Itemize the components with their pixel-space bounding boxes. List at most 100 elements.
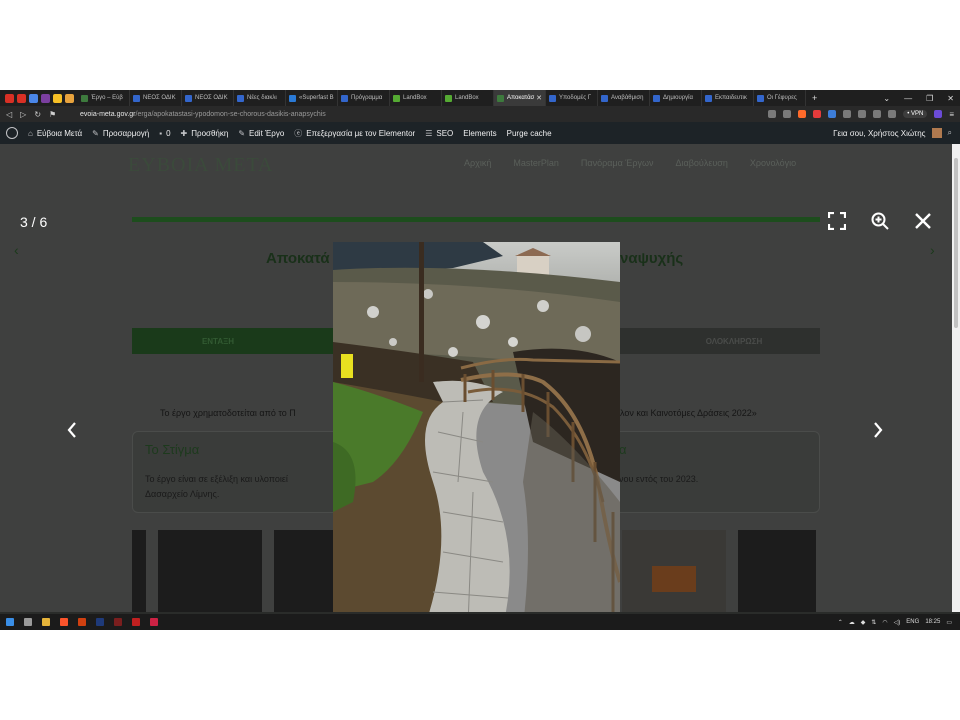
browser-tab[interactable]: Νέες διακλι xyxy=(234,90,286,106)
site-logo[interactable]: ΕΥΒΟΙΑ ΜΕΤΑ xyxy=(128,154,274,177)
browser-tab[interactable]: Πρόγραμμα xyxy=(338,90,390,106)
gallery-thumb[interactable] xyxy=(158,530,262,612)
browser-tab[interactable]: Έργο – Εύβ xyxy=(78,90,130,106)
wordpress-logo-icon[interactable] xyxy=(6,127,18,139)
wp-elementor[interactable]: ⓔ Επεξεργασία με τον Elementor xyxy=(294,128,415,139)
card-text: νου εντός του 2023. xyxy=(619,474,699,484)
acrobat-icon[interactable] xyxy=(132,618,140,626)
page-scrollbar[interactable] xyxy=(952,144,960,612)
illustrator-icon[interactable] xyxy=(114,618,122,626)
url-domain: evoia-meta.gov.gr xyxy=(80,110,136,118)
wp-new[interactable]: ✚ Προσθήκη xyxy=(181,129,229,138)
shield-icon[interactable]: ◆ xyxy=(861,619,866,626)
lightbox-image xyxy=(333,242,620,612)
tab-label: Πρόγραμμα xyxy=(351,95,383,101)
forward-icon[interactable]: ▷ xyxy=(20,110,26,119)
share-icon[interactable] xyxy=(783,110,792,118)
site-nav-item[interactable]: Πανόραμα Έργων xyxy=(581,158,654,168)
slider-prev-arrow-icon[interactable]: ‹ xyxy=(14,242,19,258)
browser-tab[interactable]: Εκπαιδευτικ xyxy=(702,90,754,106)
gallery-thumb[interactable] xyxy=(622,530,726,612)
browser-tab[interactable]: «Superfast B xyxy=(286,90,338,106)
tab-search-icon[interactable]: ⌄ xyxy=(883,94,890,103)
extension-icon[interactable] xyxy=(828,110,837,118)
wp-customize[interactable]: ✎ Προσαρμογή xyxy=(92,129,149,138)
site-nav-item[interactable]: Χρονολόγιο xyxy=(750,158,796,168)
download-icon[interactable] xyxy=(873,110,882,118)
brave-icon[interactable] xyxy=(60,618,68,626)
avatar[interactable] xyxy=(931,128,942,138)
scrollbar-thumb[interactable] xyxy=(954,158,958,328)
lightbox-next-icon[interactable] xyxy=(872,421,884,439)
calendar-icon[interactable] xyxy=(29,93,38,103)
browser-tab[interactable]: LandBox xyxy=(442,90,494,106)
site-nav-item[interactable]: Διαβούλευση xyxy=(676,158,728,168)
site-nav-item[interactable]: MasterPlan xyxy=(513,158,559,168)
notification-icon[interactable]: ▭ xyxy=(946,619,952,626)
zoom-page-icon[interactable] xyxy=(768,110,777,118)
url-field[interactable]: evoia-meta.gov.gr/erga/apokatastasi-ypod… xyxy=(80,111,326,118)
restore-icon[interactable]: ❐ xyxy=(926,94,933,103)
vpn-button[interactable]: • VPN xyxy=(903,110,928,118)
browser-tab[interactable]: Οι Γέφυρες xyxy=(754,90,806,106)
greeting[interactable]: Γεια σου, Χρήστος Χιώτης xyxy=(833,129,925,138)
extension-icon[interactable] xyxy=(843,110,852,118)
wp-site-name[interactable]: ⌂ Εύβοια Μετά xyxy=(28,129,82,138)
brave-shield-icon[interactable] xyxy=(798,110,807,118)
slider-next-arrow-icon[interactable]: › xyxy=(930,242,935,258)
wp-elements[interactable]: Elements xyxy=(463,129,496,138)
close-window-icon[interactable]: ✕ xyxy=(947,94,954,103)
new-tab-button[interactable]: + xyxy=(812,93,817,103)
close-icon[interactable] xyxy=(915,213,931,229)
wp-edit[interactable]: ✎ Edit Έργο xyxy=(238,129,284,138)
puzzle-icon[interactable] xyxy=(858,110,867,118)
menu-icon[interactable]: ≡ xyxy=(949,110,954,119)
volume-icon[interactable]: ◁) xyxy=(894,619,901,626)
search-icon[interactable]: ⌕ xyxy=(948,128,952,138)
chevron-up-icon[interactable]: ⌃ xyxy=(838,619,843,626)
browser-tab[interactable]: Αναβάθμιση xyxy=(598,90,650,106)
minimize-icon[interactable]: — xyxy=(904,94,912,103)
clock[interactable]: 18:25 xyxy=(925,619,940,625)
file-explorer-icon[interactable] xyxy=(42,618,50,626)
gmail-icon[interactable] xyxy=(17,93,26,103)
wifi-icon[interactable]: ◠ xyxy=(882,619,887,626)
browser-tab[interactable]: Δημιουργία xyxy=(650,90,702,106)
browser-tab[interactable]: ΝΕΟΣ ΟΔΙΚ xyxy=(130,90,182,106)
site-header: ΕΥΒΟΙΑ ΜΕΤΑ Αρχική MasterPlan Πανόραμα Έργ… xyxy=(0,144,952,204)
app-icon[interactable] xyxy=(41,93,50,103)
task-view-icon[interactable] xyxy=(24,618,32,626)
wp-comments[interactable]: ▪ 0 xyxy=(159,129,170,138)
lightbox-prev-icon[interactable] xyxy=(66,421,78,439)
zoom-in-icon[interactable] xyxy=(871,212,889,230)
rewards-icon[interactable] xyxy=(813,110,822,118)
profile-icon[interactable] xyxy=(934,110,943,118)
address-bar: ◁ ▷ ↻ ⚑ evoia-meta.gov.gr/erga/apokatast… xyxy=(0,106,960,122)
language-indicator[interactable]: ENG xyxy=(906,619,919,625)
browser-tab[interactable]: LandBox xyxy=(390,90,442,106)
bookmark-icon[interactable]: ⚑ xyxy=(49,110,56,119)
gallery-thumb[interactable] xyxy=(132,530,146,612)
app-icon[interactable] xyxy=(65,93,74,103)
tab-close-icon[interactable]: ✕ xyxy=(536,94,542,102)
keep-icon[interactable] xyxy=(53,93,62,103)
browser-tab[interactable]: Υποδομές Γ xyxy=(546,90,598,106)
app-icon[interactable] xyxy=(78,618,86,626)
fullscreen-icon[interactable] xyxy=(828,212,846,230)
photoshop-icon[interactable] xyxy=(96,618,104,626)
browser-tab[interactable]: Αποκατάσ ✕ xyxy=(494,90,546,106)
reload-icon[interactable]: ↻ xyxy=(34,110,41,119)
gmail-icon[interactable] xyxy=(5,93,14,103)
cloud-icon[interactable]: ☁ xyxy=(849,619,855,626)
browser-tab[interactable]: ΝΕΟΣ ΟΔΙΚ xyxy=(182,90,234,106)
wp-purge-cache[interactable]: Purge cache xyxy=(507,129,552,138)
tab-favicon-icon xyxy=(393,94,400,102)
wp-seo[interactable]: ☰ SEO xyxy=(425,129,453,138)
sidebar-icon[interactable] xyxy=(888,110,897,118)
app-icon[interactable] xyxy=(150,618,158,626)
gallery-thumb[interactable] xyxy=(738,530,816,612)
network-icon[interactable]: ⇅ xyxy=(871,619,876,626)
site-nav-item[interactable]: Αρχική xyxy=(464,158,491,168)
back-icon[interactable]: ◁ xyxy=(6,110,12,119)
start-icon[interactable] xyxy=(6,618,14,626)
